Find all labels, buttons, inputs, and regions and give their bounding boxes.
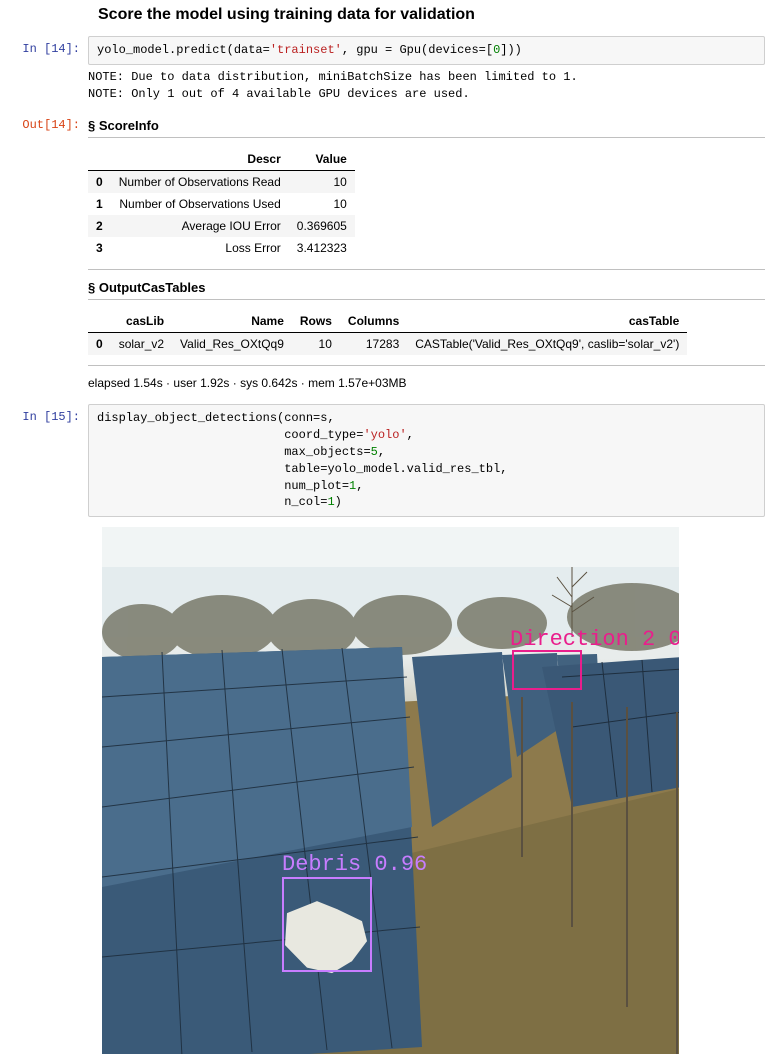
solar-panels-scene	[102, 527, 683, 1058]
code-input-15[interactable]: display_object_detections(conn=s, coord_…	[88, 404, 765, 517]
table-row: 3 Loss Error 3.412323	[88, 237, 355, 259]
outputcastables-title: § OutputCasTables	[88, 280, 765, 295]
detection-output-image: Direction 2 0.5 Debris 0.96	[98, 523, 683, 1058]
in-prompt-15: In [15]:	[10, 404, 88, 517]
table-row: 0 Number of Observations Read 10	[88, 171, 355, 194]
table-row: 0 solar_v2 Valid_Res_OXtQq9 10 17283 CAS…	[88, 333, 687, 356]
table-row: 1 Number of Observations Used 10	[88, 193, 355, 215]
scoreinfo-col-idx	[88, 148, 111, 171]
scoreinfo-col-value: Value	[289, 148, 355, 171]
scoreinfo-title: § ScoreInfo	[88, 118, 765, 133]
cell-in-14: In [14]: yolo_model.predict(data='trains…	[10, 36, 765, 108]
scoreinfo-col-descr: Descr	[111, 148, 289, 171]
section-heading: Score the model using training data for …	[98, 6, 765, 24]
detection-box-debris	[282, 877, 372, 972]
stream-output-14: NOTE: Due to data distribution, miniBatc…	[88, 65, 765, 109]
in-prompt-14: In [14]:	[10, 36, 88, 108]
detection-box-direction	[512, 650, 582, 690]
table-row: 2 Average IOU Error 0.369605	[88, 215, 355, 237]
scoreinfo-table: Descr Value 0 Number of Observations Rea…	[88, 148, 355, 259]
cell-in-15: In [15]: display_object_detections(conn=…	[10, 404, 765, 517]
detection-label-direction: Direction 2 0.5	[510, 627, 683, 652]
out-prompt-14: Out[14]:	[10, 112, 88, 390]
code-input-14[interactable]: yolo_model.predict(data='trainset', gpu …	[88, 36, 765, 65]
detection-label-debris: Debris 0.96	[282, 852, 427, 877]
cell-out-14: Out[14]: § ScoreInfo Descr Value 0 Numbe…	[10, 112, 765, 390]
timing-info: elapsed 1.54s · user 1.92s · sys 0.642s …	[88, 376, 765, 390]
outputcastables-table: casLib Name Rows Columns casTable 0 sola…	[88, 310, 687, 355]
